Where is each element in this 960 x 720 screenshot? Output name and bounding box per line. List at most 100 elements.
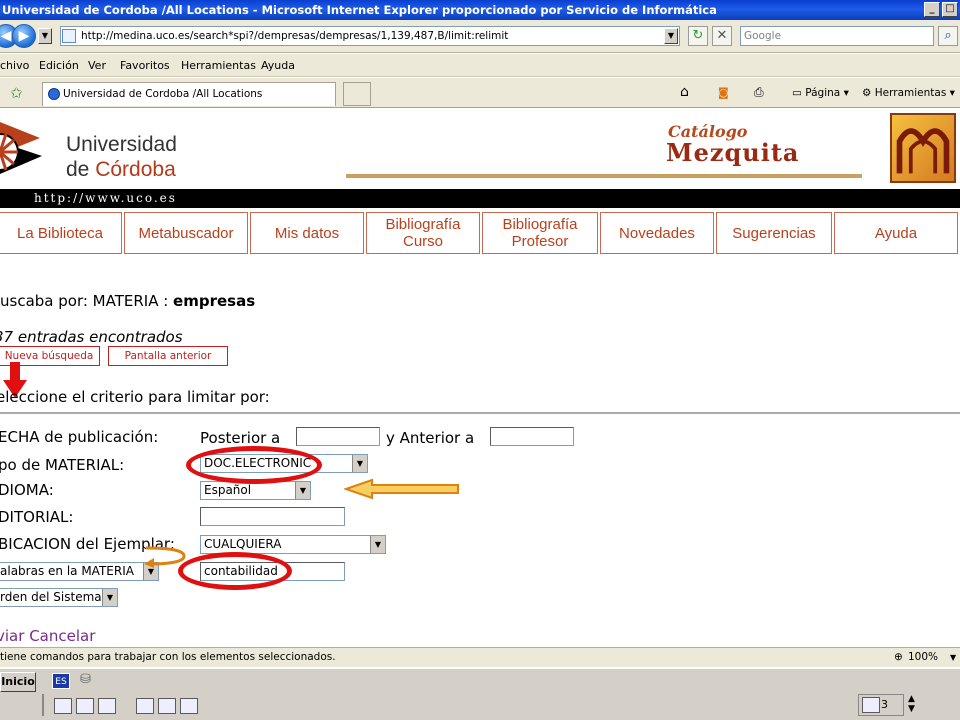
- nav-la-biblioteca[interactable]: La Biblioteca: [0, 212, 122, 254]
- desktop-quicklaunch-icon[interactable]: [76, 698, 94, 714]
- anterior-label: y Anterior a: [386, 429, 475, 447]
- stop-icon[interactable]: ✕: [712, 26, 732, 46]
- print-icon[interactable]: ⎙: [754, 85, 764, 100]
- menu-ayuda[interactable]: Ayuda: [261, 54, 295, 77]
- zoom-dropdown-icon[interactable]: ▼: [950, 648, 956, 667]
- uni-cordoba: Córdoba: [95, 158, 176, 181]
- window-controls: _ □: [924, 2, 958, 17]
- main-nav: La Biblioteca Metabuscador Mis datos Bib…: [0, 210, 960, 256]
- mezquita-logo: [890, 113, 956, 183]
- language-indicator[interactable]: ES: [52, 673, 70, 689]
- entries-count: 37 entradas encontrados: [0, 328, 183, 346]
- posterior-input[interactable]: [296, 427, 380, 446]
- editorial-input[interactable]: [200, 507, 345, 526]
- chevron-down-icon: ▼: [295, 482, 310, 499]
- nav-bibliografia-curso[interactable]: Bibliografía Curso: [366, 212, 480, 254]
- palabras-select-value: alabras en la MATERIA: [0, 564, 134, 578]
- previous-screen-button[interactable]: Pantalla anterior: [108, 346, 228, 366]
- uco-crest-logo: [0, 122, 42, 174]
- university-name-line1: Universidad: [66, 133, 177, 156]
- explorer-quicklaunch-icon[interactable]: [98, 698, 116, 714]
- idioma-value: Español: [204, 483, 252, 497]
- palabras-field-select[interactable]: alabras en la MATERIA ▼: [0, 562, 159, 581]
- cancelar-link[interactable]: Cancelar: [29, 627, 95, 645]
- ie-quicklaunch-icon[interactable]: [54, 698, 72, 714]
- mezquita-arch-icon: [896, 128, 950, 174]
- feeds-icon[interactable]: ◙: [718, 86, 729, 99]
- tab-active[interactable]: Universidad de Cordoba /All Locations: [42, 82, 336, 106]
- zoom-icon[interactable]: ⊕: [894, 648, 903, 667]
- menu-archivo[interactable]: chivo: [0, 54, 29, 77]
- favorites-star-icon[interactable]: ✩: [10, 84, 23, 102]
- status-text: tiene comandos para trabajar con los ele…: [0, 651, 336, 663]
- uni-de: de: [66, 158, 96, 181]
- explorer-quicklaunch-icon-2[interactable]: [180, 698, 198, 714]
- posterior-label: Posterior a: [200, 429, 281, 447]
- nav-metabuscador[interactable]: Metabuscador: [124, 212, 248, 254]
- university-name-line2: de Córdoba: [66, 158, 176, 182]
- idioma-label: DIOMA:: [0, 481, 54, 499]
- search-input[interactable]: Google: [740, 26, 934, 46]
- minimize-button[interactable]: _: [924, 2, 940, 17]
- zoom-level[interactable]: 100%: [908, 648, 938, 667]
- fecha-label: ECHA de publicación:: [0, 428, 159, 446]
- tools-menu-label: Herramientas: [874, 87, 947, 99]
- ie-taskbar-icon: [862, 697, 880, 713]
- url-strip: http://www.uco.es: [0, 189, 960, 208]
- window-title-bar: Universidad de Cordoba /All Locations - …: [0, 0, 960, 20]
- address-input[interactable]: http://medina.uco.es/search*spi?/dempres…: [60, 26, 680, 46]
- search-prefix: uscaba por: MATERIA :: [0, 292, 174, 310]
- quicklaunch-divider: [42, 694, 44, 716]
- forward-arrow-icon[interactable]: ▶: [12, 24, 36, 48]
- curved-arrow-annotation: [144, 546, 186, 568]
- nav-ayuda[interactable]: Ayuda: [834, 212, 958, 254]
- enviar-link[interactable]: viar: [0, 627, 24, 645]
- gear-icon: ⚙: [862, 87, 872, 99]
- nav-novedades[interactable]: Novedades: [600, 212, 714, 254]
- highlight-palabras-ellipse: [178, 552, 292, 590]
- search-term: empresas: [173, 292, 256, 310]
- menu-ver[interactable]: Ver: [88, 54, 106, 77]
- ie-quicklaunch-icon-2[interactable]: [136, 698, 154, 714]
- anterior-input[interactable]: [490, 427, 574, 446]
- new-tab-button[interactable]: [343, 82, 371, 106]
- form-links: viar Cancelar: [0, 627, 95, 645]
- search-icon[interactable]: ⌕: [938, 26, 958, 46]
- divider: [0, 412, 960, 414]
- orden-select[interactable]: rden del Sistema ▼: [0, 588, 118, 607]
- chevron-down-icon: ▼: [352, 455, 367, 472]
- window-title: Universidad de Cordoba /All Locations - …: [2, 3, 717, 17]
- page-icon: [62, 29, 76, 43]
- tray-count: 3: [881, 698, 888, 711]
- address-dropdown-icon[interactable]: ▼: [664, 28, 678, 44]
- catalog-name: Mezquita: [666, 138, 800, 167]
- nav-sugerencias[interactable]: Sugerencias: [716, 212, 832, 254]
- orden-value: rden del Sistema: [0, 590, 102, 604]
- nav-bibliografia-profesor[interactable]: Bibliografía Profesor: [482, 212, 598, 254]
- scroll-arrows-icon[interactable]: ▲ ▼: [908, 694, 915, 714]
- desktop-quicklaunch-icon-2[interactable]: [158, 698, 176, 714]
- tipo-label: po de MATERIAL:: [0, 456, 125, 474]
- catalog-divider: [346, 174, 862, 178]
- page-menu-label: Página: [805, 87, 841, 99]
- ie-page-icon: [48, 88, 60, 100]
- menu-edicion[interactable]: Edición: [39, 54, 79, 77]
- limit-heading: eleccione el criterio para limitar por:: [0, 388, 270, 406]
- page-menu[interactable]: ▭ Página ▾: [792, 84, 849, 102]
- menu-herramientas[interactable]: Herramientas: [181, 54, 256, 77]
- history-dropdown-icon[interactable]: ▼: [38, 28, 52, 44]
- chevron-down-icon: ▼: [102, 589, 117, 606]
- highlight-tipo-ellipse: [186, 446, 322, 484]
- nav-mis-datos[interactable]: Mis datos: [250, 212, 364, 254]
- arrow-to-idioma: [344, 478, 459, 500]
- start-button[interactable]: Inicio: [0, 672, 36, 692]
- status-bar: tiene comandos para trabajar con los ele…: [0, 647, 960, 667]
- menu-favoritos[interactable]: Favoritos: [120, 54, 170, 77]
- tools-menu[interactable]: ⚙ Herramientas ▾: [862, 84, 955, 102]
- maximize-button[interactable]: □: [942, 2, 958, 17]
- go-icon[interactable]: ↻: [688, 26, 708, 46]
- home-icon[interactable]: ⌂: [680, 84, 689, 100]
- menu-bar: chivo Edición Ver Favoritos Herramientas…: [0, 54, 960, 77]
- editorial-label: DITORIAL:: [0, 508, 74, 526]
- tray-app-icon[interactable]: ⛁: [80, 672, 91, 687]
